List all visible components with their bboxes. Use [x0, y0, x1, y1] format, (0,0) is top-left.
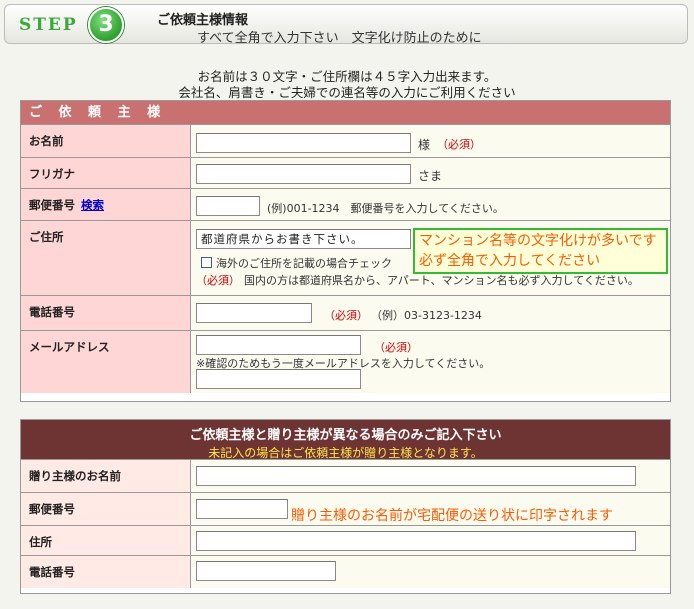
overseas-address-checkbox[interactable] — [201, 257, 212, 268]
requester-kana-row: フリガナ さま — [21, 158, 670, 189]
requester-postal-label: 郵便番号 — [29, 198, 75, 212]
requester-section-header: ご 依 頼 主 様 — [21, 101, 670, 125]
requester-kana-label: フリガナ — [21, 158, 191, 188]
sender-phone-label: 電話番号 — [21, 556, 191, 588]
requester-email-required: （必須） — [374, 341, 418, 354]
requester-phone-row: 電話番号 （必須） （例）03-3123-1234 — [21, 296, 670, 331]
requester-name-suffix: 様 — [418, 138, 431, 152]
address-warning-line-1: マンション名等の文字化けが多いです — [419, 233, 657, 249]
address-warning-callout: マンション名等の文字化けが多いです 必ず全角で入力してください — [413, 228, 668, 274]
address-warning-line-2: 必ず全角で入力してください — [419, 253, 601, 269]
step-label: STEP — [19, 15, 78, 35]
requester-phone-input[interactable] — [196, 303, 312, 323]
sender-address-label: 住所 — [21, 526, 191, 555]
requester-postal-label-cell: 郵便番号 検索 — [21, 189, 191, 220]
requester-kana-suffix: さま — [418, 169, 443, 183]
requester-postal-example: (例)001-1234 郵便番号を入力してください。 — [267, 202, 504, 215]
requester-kana-input[interactable] — [196, 164, 411, 184]
overseas-address-checkbox-label: 海外のご住所を記載の場合チェック — [216, 257, 392, 270]
requester-name-input[interactable] — [196, 133, 411, 153]
sender-address-input[interactable] — [196, 531, 636, 551]
requester-email-label: メールアドレス — [21, 331, 191, 393]
requester-address-input[interactable] — [196, 229, 411, 249]
sender-section-subtitle: 未記入の場合はご依頼主様が贈り主様となります。 — [208, 446, 483, 460]
requester-address-note: 国内の方は都道府県名から、アパート、マンション名も必ず入力してください。 — [244, 274, 639, 287]
sender-phone-input[interactable] — [196, 561, 336, 581]
requester-phone-required: （必須） — [324, 309, 368, 322]
requester-name-row: お名前 様 （必須） — [21, 125, 670, 158]
requester-phone-label: 電話番号 — [21, 296, 191, 330]
requester-name-required: （必須） — [437, 138, 481, 151]
requester-address-required: （必須） — [196, 274, 240, 287]
section-subtitle: すべて全角で入力下さい 文字化け防止のために — [197, 31, 482, 46]
sender-name-input[interactable] — [196, 466, 636, 486]
section-title: ご依頼主様情報 — [157, 13, 249, 28]
step-header: STEP 3 ご依頼主様情報 すべて全角で入力下さい 文字化け防止のために — [4, 4, 688, 46]
requester-email-row: メールアドレス （必須） ※確認のためもう一度メールアドレスを入力してください。 — [21, 331, 670, 393]
sender-section-header: ご依頼主様と贈り主様が異なる場合のみご記入下さい 未記入の場合はご依頼主様が贈り… — [21, 420, 670, 460]
sender-phone-row: 電話番号 — [21, 556, 670, 588]
step-number-badge: 3 — [88, 7, 124, 43]
requester-postal-row: 郵便番号 検索 (例)001-1234 郵便番号を入力してください。 — [21, 189, 670, 221]
requester-address-label: ご住所 — [21, 221, 191, 295]
requester-email-confirm-input[interactable] — [196, 369, 361, 389]
sender-postal-label: 郵便番号 — [21, 493, 191, 525]
sender-postal-input[interactable] — [196, 499, 288, 519]
sender-section-title: ご依頼主様と贈り主様が異なる場合のみご記入下さい — [189, 428, 502, 443]
requester-email-input[interactable] — [196, 335, 361, 355]
sender-name-label: 贈り主様のお名前 — [21, 460, 191, 492]
requester-name-label: お名前 — [21, 125, 191, 157]
requester-phone-example: （例）03-3123-1234 — [371, 309, 482, 322]
requester-postal-input[interactable] — [196, 196, 260, 216]
sender-name-printing-note: 贈り主様のお名前が宅配便の送り状に印字されます — [291, 508, 613, 524]
intro-line-2: 会社名、肩書き・ご夫婦での連名等の入力にご利用ください — [178, 85, 516, 100]
sender-address-row: 住所 — [21, 526, 670, 556]
postal-search-link[interactable]: 検索 — [81, 198, 104, 212]
sender-name-row: 贈り主様のお名前 — [21, 460, 670, 493]
